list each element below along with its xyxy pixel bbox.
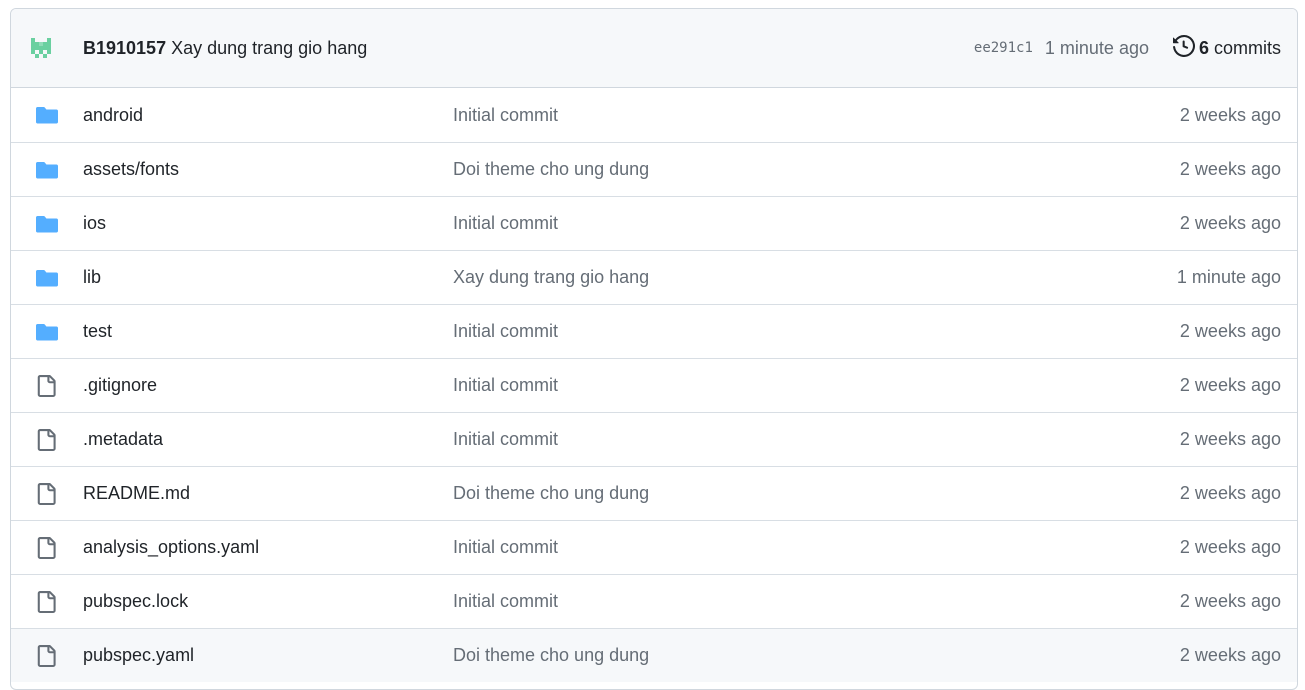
commit-sha-link[interactable]: ee291c1 bbox=[974, 40, 1033, 56]
file-commit-message-link[interactable]: Xay dung trang gio hang bbox=[453, 267, 649, 288]
file-commit-message-link[interactable]: Doi theme cho ung dung bbox=[453, 645, 649, 666]
file-icon bbox=[35, 536, 59, 559]
file-row[interactable]: ios Initial commit 2 weeks ago bbox=[11, 196, 1297, 250]
folder-icon bbox=[35, 160, 59, 180]
commit-time: 1 minute ago bbox=[1044, 37, 1149, 58]
file-row[interactable]: pubspec.yaml Doi theme cho ung dung 2 we… bbox=[11, 628, 1297, 682]
file-icon bbox=[35, 482, 59, 505]
file-name-link[interactable]: lib bbox=[83, 267, 453, 288]
file-commit-message-link[interactable]: Doi theme cho ung dung bbox=[453, 483, 649, 504]
commits-label: commits bbox=[1214, 37, 1281, 58]
file-commit-age: 2 weeks ago bbox=[1179, 213, 1281, 233]
file-name-link[interactable]: pubspec.lock bbox=[83, 591, 453, 612]
file-commit-age: 2 weeks ago bbox=[1179, 429, 1281, 449]
file-commit-age: 2 weeks ago bbox=[1179, 483, 1281, 503]
file-icon bbox=[35, 644, 59, 667]
file-name-link[interactable]: assets/fonts bbox=[83, 159, 453, 180]
file-row[interactable]: assets/fonts Doi theme cho ung dung 2 we… bbox=[11, 142, 1297, 196]
file-commit-age: 2 weeks ago bbox=[1179, 321, 1281, 341]
file-icon bbox=[35, 374, 59, 397]
history-icon bbox=[1172, 34, 1195, 62]
file-commit-message-link[interactable]: Initial commit bbox=[453, 321, 558, 342]
commits-history-link[interactable]: 6 commits bbox=[1172, 34, 1281, 62]
file-commit-message-link[interactable]: Initial commit bbox=[453, 429, 558, 450]
file-row[interactable]: analysis_options.yaml Initial commit 2 w… bbox=[11, 520, 1297, 574]
folder-icon bbox=[35, 322, 59, 342]
file-commit-message-link[interactable]: Initial commit bbox=[453, 375, 558, 396]
file-commit-age: 2 weeks ago bbox=[1179, 375, 1281, 395]
file-name-link[interactable]: analysis_options.yaml bbox=[83, 537, 453, 558]
file-commit-message-link[interactable]: Initial commit bbox=[453, 213, 558, 234]
folder-icon bbox=[35, 105, 59, 125]
file-row[interactable]: .metadata Initial commit 2 weeks ago bbox=[11, 412, 1297, 466]
file-name-link[interactable]: test bbox=[83, 321, 453, 342]
file-row[interactable]: pubspec.lock Initial commit 2 weeks ago bbox=[11, 574, 1297, 628]
commit-meta: ee291c1 1 minute ago 6 commits bbox=[974, 34, 1281, 62]
file-name-link[interactable]: .gitignore bbox=[83, 375, 453, 396]
file-commit-message-link[interactable]: Doi theme cho ung dung bbox=[453, 159, 649, 180]
latest-commit-message: B1910157 Xay dung trang gio hang bbox=[83, 38, 367, 59]
file-row[interactable]: .gitignore Initial commit 2 weeks ago bbox=[11, 358, 1297, 412]
file-commit-age: 2 weeks ago bbox=[1179, 537, 1281, 557]
folder-icon bbox=[35, 268, 59, 288]
file-list: android Initial commit 2 weeks ago asset… bbox=[11, 88, 1297, 682]
file-commit-message-link[interactable]: Initial commit bbox=[453, 591, 558, 612]
file-row[interactable]: lib Xay dung trang gio hang 1 minute ago bbox=[11, 250, 1297, 304]
file-icon bbox=[35, 428, 59, 451]
file-commit-message-link[interactable]: Initial commit bbox=[453, 105, 558, 126]
file-row[interactable]: README.md Doi theme cho ung dung 2 weeks… bbox=[11, 466, 1297, 520]
file-icon bbox=[35, 590, 59, 613]
file-commit-age: 2 weeks ago bbox=[1179, 591, 1281, 611]
file-commit-age: 2 weeks ago bbox=[1179, 645, 1281, 665]
folder-icon bbox=[35, 214, 59, 234]
identicon-avatar[interactable] bbox=[31, 38, 51, 58]
file-name-link[interactable]: android bbox=[83, 105, 453, 126]
file-commit-age: 2 weeks ago bbox=[1179, 159, 1281, 179]
commit-author-link[interactable]: B1910157 bbox=[83, 38, 166, 58]
file-name-link[interactable]: pubspec.yaml bbox=[83, 645, 453, 666]
commit-count: 6 bbox=[1198, 37, 1209, 58]
file-browser-box: B1910157 Xay dung trang gio hang ee291c1 … bbox=[10, 8, 1298, 690]
file-commit-age: 2 weeks ago bbox=[1179, 104, 1281, 125]
file-name-link[interactable]: ios bbox=[83, 213, 453, 234]
latest-commit-header: B1910157 Xay dung trang gio hang ee291c1 … bbox=[11, 9, 1297, 88]
file-row[interactable]: test Initial commit 2 weeks ago bbox=[11, 304, 1297, 358]
file-row[interactable]: android Initial commit 2 weeks ago bbox=[11, 88, 1297, 142]
file-name-link[interactable]: README.md bbox=[83, 483, 453, 504]
file-commit-message-link[interactable]: Initial commit bbox=[453, 537, 558, 558]
file-commit-age: 1 minute ago bbox=[1176, 267, 1281, 287]
file-name-link[interactable]: .metadata bbox=[83, 429, 453, 450]
commit-message-link[interactable]: Xay dung trang gio hang bbox=[171, 38, 367, 58]
